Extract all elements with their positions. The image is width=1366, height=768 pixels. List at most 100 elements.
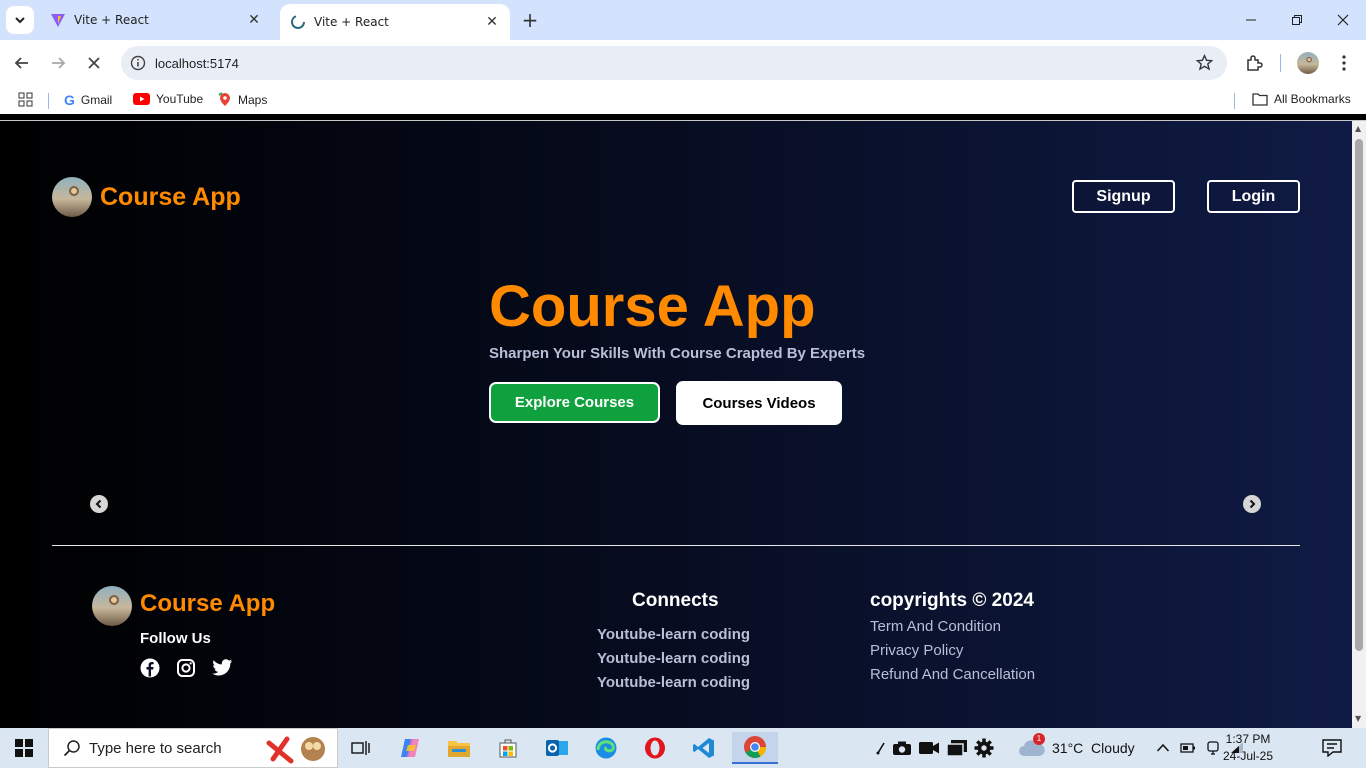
site-info-icon[interactable]	[121, 55, 155, 71]
microsoft-store-button[interactable]	[488, 732, 528, 764]
minimize-button[interactable]	[1228, 0, 1274, 40]
privacy-policy-link[interactable]: Privacy Policy	[870, 642, 963, 659]
copilot-button[interactable]	[390, 732, 430, 764]
stop-loading-button[interactable]	[80, 49, 108, 77]
taskbar-search[interactable]: Type here to search	[48, 728, 338, 768]
extensions-button[interactable]	[1240, 49, 1268, 77]
bookmark-youtube[interactable]: YouTube	[133, 92, 203, 106]
bookmark-gmail[interactable]: G Gmail	[64, 92, 112, 108]
close-tab-icon[interactable]: ✕	[484, 14, 500, 30]
clock-date: 24-Jul-25	[1222, 749, 1274, 763]
tab-vite-react-1[interactable]: Vite + React ✕	[40, 0, 272, 40]
page-scrollbar[interactable]: ▲ ▼	[1352, 121, 1366, 728]
all-bookmarks-button[interactable]: All Bookmarks	[1252, 92, 1351, 106]
refund-link[interactable]: Refund And Cancellation	[870, 666, 1035, 683]
scroll-down-icon[interactable]: ▼	[1355, 714, 1361, 723]
windows-stack-icon[interactable]	[946, 739, 968, 757]
tab-title: Vite + React	[74, 13, 149, 27]
explore-courses-button[interactable]: Explore Courses	[489, 382, 660, 423]
hero-subtitle: Sharpen Your Skills With Course Crapted …	[489, 345, 866, 362]
back-button[interactable]	[8, 49, 36, 77]
opera-button[interactable]	[635, 732, 675, 764]
instagram-icon[interactable]	[175, 657, 197, 679]
facebook-icon[interactable]	[139, 657, 161, 679]
search-icon	[63, 740, 80, 757]
scroll-up-icon[interactable]: ▲	[1355, 124, 1361, 133]
weather-widget[interactable]: 1 31°C Cloudy	[1018, 728, 1135, 768]
maps-icon	[218, 92, 230, 106]
start-button[interactable]	[0, 728, 48, 768]
bookmark-label: Gmail	[80, 93, 113, 107]
copyright-heading: copyrights © 2024	[870, 590, 1034, 611]
arrow-left-icon	[14, 57, 28, 69]
twitter-icon[interactable]	[211, 657, 233, 679]
weather-badge: 1	[1033, 733, 1045, 745]
outlook-button[interactable]	[537, 732, 577, 764]
copilot-icon	[401, 739, 419, 757]
footer-brand: Course App	[140, 590, 276, 617]
terms-link[interactable]: Term And Condition	[870, 618, 1001, 635]
all-bookmarks-label: All Bookmarks	[1274, 92, 1351, 106]
youtube-icon	[133, 93, 150, 105]
login-button[interactable]: Login	[1207, 180, 1300, 213]
carousel-next-button[interactable]	[1243, 495, 1261, 513]
chevron-right-icon	[1249, 499, 1256, 509]
vscode-button[interactable]	[684, 732, 724, 764]
edge-icon	[595, 737, 617, 759]
signup-button[interactable]: Signup	[1072, 180, 1175, 213]
bookmark-label: Maps	[238, 92, 268, 107]
profile-avatar[interactable]	[1294, 49, 1322, 77]
new-tab-button[interactable]: +	[518, 8, 542, 32]
bookmarks-divider	[1234, 93, 1235, 109]
google-icon: G	[64, 92, 75, 108]
taskbar-clock[interactable]: 1:37 PM 24-Jul-25	[1216, 731, 1280, 765]
gear-icon[interactable]	[974, 738, 994, 758]
course-app-page: Course App Signup Login Course App Sharp…	[0, 121, 1352, 728]
task-view-button[interactable]	[341, 732, 381, 764]
camera-icon[interactable]	[892, 740, 912, 756]
app-logo[interactable]	[52, 177, 92, 217]
close-icon	[88, 57, 100, 69]
clock-time: 1:37 PM	[1225, 732, 1271, 746]
apps-button[interactable]	[18, 92, 33, 107]
bookmarks-bar: G Gmail YouTube Maps All Bookmarks	[0, 86, 1366, 114]
forward-button[interactable]	[44, 49, 72, 77]
weather-text: 31°C Cloudy	[1052, 740, 1135, 756]
pen-icon[interactable]	[876, 741, 886, 755]
browser-toolbar: localhost:5174	[0, 40, 1366, 86]
notification-icon	[1322, 739, 1342, 757]
task-view-icon	[351, 741, 370, 755]
bookmark-star-icon[interactable]	[1195, 53, 1214, 75]
loading-icon	[290, 14, 306, 30]
carousel-prev-button[interactable]	[90, 495, 108, 513]
close-tab-icon[interactable]: ✕	[246, 12, 262, 28]
connect-link[interactable]: Youtube-learn coding	[597, 650, 750, 667]
windows-logo-icon	[15, 739, 33, 757]
chevron-left-icon	[95, 499, 102, 509]
tab-vite-react-2[interactable]: Vite + React ✕	[280, 4, 510, 40]
scrollbar-thumb[interactable]	[1355, 139, 1363, 651]
restore-button[interactable]	[1274, 0, 1320, 40]
chevron-up-icon[interactable]	[1156, 743, 1170, 753]
edge-button[interactable]	[586, 732, 626, 764]
vscode-icon	[693, 738, 714, 758]
file-explorer-button[interactable]	[439, 732, 479, 764]
courses-videos-button[interactable]: Courses Videos	[676, 381, 842, 425]
header-brand[interactable]: Course App	[100, 183, 241, 212]
chrome-menu-button[interactable]	[1330, 49, 1358, 77]
windows-taskbar: Type here to search 1 31°C Cloudy 1:37 P…	[0, 728, 1366, 768]
follow-us-label: Follow Us	[140, 630, 211, 647]
address-bar[interactable]: localhost:5174	[121, 46, 1227, 80]
notifications-button[interactable]	[1322, 728, 1342, 768]
video-camera-icon[interactable]	[918, 741, 940, 755]
arrow-right-icon	[52, 57, 66, 69]
bookmark-maps[interactable]: Maps	[218, 92, 267, 107]
connect-link[interactable]: Youtube-learn coding	[597, 626, 750, 643]
chrome-button[interactable]	[732, 732, 778, 764]
connect-link[interactable]: Youtube-learn coding	[597, 674, 750, 691]
tab-strip: Vite + React ✕ Vite + React ✕ +	[0, 0, 1366, 40]
battery-icon[interactable]	[1180, 742, 1196, 754]
tab-search-button[interactable]	[6, 6, 34, 34]
close-window-button[interactable]	[1320, 0, 1366, 40]
tray-quick-icons	[876, 728, 994, 768]
